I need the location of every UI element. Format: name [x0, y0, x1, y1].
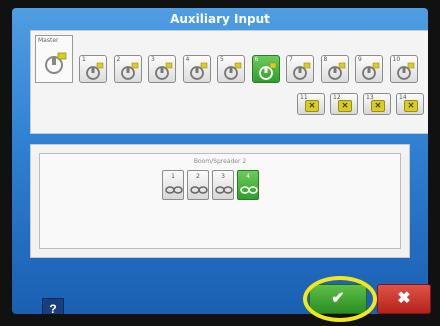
- section-number: 3: [221, 173, 225, 180]
- close-icon: ✖: [397, 290, 411, 307]
- input-selection-panel: Master 1 2 3 4 5 6 7 8 9 10 11 ✕ 12 ✕ 13 ✕ 14 ✕: [30, 30, 428, 134]
- input-tile-3[interactable]: 3: [148, 55, 176, 83]
- aux-input-tile-13[interactable]: 13 ✕: [363, 93, 391, 115]
- boom-label: Boom/Spreader 2: [193, 158, 247, 165]
- boom-section-1[interactable]: 1: [162, 170, 184, 200]
- aux-input-tile-14[interactable]: 14 ✕: [396, 93, 424, 115]
- master-input[interactable]: Master: [35, 35, 73, 83]
- input-tile-5[interactable]: 5: [217, 55, 245, 83]
- switch-icon: [120, 62, 138, 80]
- switch-icon: [327, 62, 345, 80]
- switch-icon: [293, 62, 311, 80]
- aux-input-tile-12[interactable]: 12 ✕: [330, 93, 358, 115]
- input-tile-6[interactable]: 6: [251, 55, 280, 83]
- input-tile-10[interactable]: 10: [389, 55, 418, 83]
- boom-section-2[interactable]: 2: [187, 170, 209, 200]
- disabled-icon: ✕: [371, 100, 385, 112]
- switch-icon: [189, 62, 207, 80]
- switch-icon: [45, 52, 67, 74]
- cancel-button[interactable]: ✖: [377, 284, 431, 314]
- auxiliary-input-screen: Auxiliary Input Master 1 2 3 4 5 6 7 8 9 10 11 ✕ 12…: [12, 8, 428, 314]
- boom-section-3[interactable]: 3: [212, 170, 234, 200]
- link-icon: [165, 186, 183, 194]
- switch-icon: [362, 62, 380, 80]
- boom-panel: Boom/Spreader 2 1 2 3 4: [30, 144, 410, 258]
- switch-icon: [258, 62, 276, 80]
- section-number: 4: [246, 173, 250, 180]
- switch-icon: [224, 62, 242, 80]
- help-button[interactable]: ?: [42, 298, 64, 314]
- aux-input-tile-11[interactable]: 11 ✕: [297, 93, 325, 115]
- master-label: Master: [38, 37, 59, 44]
- switch-icon: [86, 62, 104, 80]
- disabled-icon: ✕: [404, 100, 418, 112]
- boom-section-4[interactable]: 4: [237, 170, 259, 200]
- section-number: 2: [196, 173, 200, 180]
- input-tile-8[interactable]: 8: [320, 55, 349, 83]
- disabled-icon: ✕: [338, 100, 352, 112]
- link-icon: [215, 186, 233, 194]
- input-tile-4[interactable]: 4: [182, 55, 211, 83]
- input-tile-7[interactable]: 7: [286, 55, 314, 83]
- switch-icon: [396, 62, 414, 80]
- input-tile-2[interactable]: 2: [113, 55, 142, 83]
- section-number: 1: [171, 173, 175, 180]
- boom-section-group: Boom/Spreader 2 1 2 3 4: [39, 153, 401, 249]
- disabled-icon: ✕: [305, 100, 319, 112]
- page-title: Auxiliary Input: [170, 12, 270, 26]
- input-tile-1[interactable]: 1: [79, 55, 107, 83]
- link-icon: [190, 186, 208, 194]
- switch-icon: [155, 62, 173, 80]
- link-icon: [240, 186, 258, 194]
- input-tile-9[interactable]: 9: [355, 55, 383, 83]
- highlight-ring: [303, 276, 377, 322]
